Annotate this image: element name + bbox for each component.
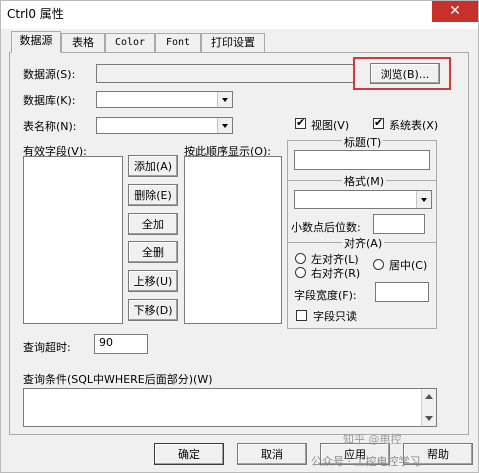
watermark-zhihu: 知乎 @电控 bbox=[343, 433, 402, 446]
ok-button[interactable]: 确定 bbox=[154, 443, 224, 465]
add-button[interactable]: 添加(A) bbox=[128, 155, 178, 177]
tab-table-label: 表格 bbox=[72, 36, 94, 49]
decimal-places-input[interactable] bbox=[373, 214, 425, 234]
align-right-radio[interactable] bbox=[295, 267, 306, 278]
add-all-button-label: 全加 bbox=[142, 218, 164, 231]
field-width-input[interactable] bbox=[375, 282, 429, 302]
query-timeout-label: 查询超时: bbox=[23, 341, 71, 354]
format-combo[interactable] bbox=[294, 190, 432, 209]
move-down-button[interactable]: 下移(D) bbox=[128, 299, 178, 321]
add-button-label: 添加(A) bbox=[133, 160, 173, 173]
chevron-down-icon[interactable] bbox=[217, 118, 232, 133]
query-condition-textarea[interactable] bbox=[23, 388, 437, 427]
delete-all-button[interactable]: 全删 bbox=[128, 241, 178, 263]
datasource-field[interactable] bbox=[96, 64, 354, 83]
view-checkbox-label: 视图(V) bbox=[311, 119, 350, 132]
tab-print-settings[interactable]: 打印设置 bbox=[201, 33, 265, 52]
tab-table[interactable]: 表格 bbox=[61, 33, 105, 52]
delete-button[interactable]: 删除(E) bbox=[128, 184, 178, 206]
table-name-label: 表名称(N): bbox=[23, 120, 77, 133]
tab-datasource-label: 数据源 bbox=[19, 34, 53, 47]
system-table-checkbox-label: 系统表(X) bbox=[389, 119, 439, 132]
scroll-down-icon[interactable] bbox=[425, 416, 433, 421]
align-right-label: 右对齐(R) bbox=[311, 267, 361, 280]
browse-button-label: 浏览(B)... bbox=[380, 67, 430, 81]
title-bar: Ctrl0 属性 ✕ bbox=[1, 1, 478, 29]
delete-all-button-label: 全删 bbox=[142, 246, 164, 259]
decimal-places-label: 小数点后位数: bbox=[291, 221, 361, 234]
delete-button-label: 删除(E) bbox=[134, 189, 172, 202]
move-up-button-label: 上移(U) bbox=[133, 275, 173, 288]
view-checkbox[interactable] bbox=[295, 116, 306, 130]
align-left-radio[interactable] bbox=[295, 253, 306, 264]
move-down-button-label: 下移(D) bbox=[133, 304, 173, 317]
tab-datasource[interactable]: 数据源 bbox=[11, 31, 61, 53]
tab-color-label: Color bbox=[114, 37, 146, 48]
format-label: 格式(M) bbox=[342, 173, 387, 189]
browse-button[interactable]: 浏览(B)... bbox=[370, 63, 440, 84]
datasource-label: 数据源(S): bbox=[23, 68, 76, 81]
scroll-up-icon[interactable] bbox=[425, 394, 433, 399]
cancel-button[interactable]: 取消 bbox=[237, 443, 307, 465]
cancel-button-label: 取消 bbox=[261, 448, 283, 461]
tab-font[interactable]: Font bbox=[155, 33, 201, 52]
watermark-account: 公众号 · 工控电控学习 bbox=[311, 455, 421, 468]
move-up-button[interactable]: 上移(U) bbox=[128, 270, 178, 292]
align-center-label: 居中(C) bbox=[389, 259, 428, 272]
display-order-list[interactable] bbox=[184, 156, 282, 324]
chevron-down-icon[interactable] bbox=[217, 92, 232, 107]
chevron-down-icon[interactable] bbox=[416, 191, 431, 208]
close-button[interactable]: ✕ bbox=[432, 1, 478, 22]
tab-print-settings-label: 打印设置 bbox=[211, 36, 255, 49]
table-name-combo[interactable] bbox=[96, 117, 233, 134]
add-all-button[interactable]: 全加 bbox=[128, 213, 178, 235]
ok-button-label: 确定 bbox=[178, 448, 200, 461]
database-combo[interactable] bbox=[96, 91, 233, 108]
title-input[interactable] bbox=[294, 150, 430, 170]
readonly-checkbox[interactable] bbox=[296, 310, 307, 321]
query-timeout-value: 90 bbox=[99, 336, 113, 349]
close-icon: ✕ bbox=[449, 3, 461, 19]
field-width-label: 字段宽度(F): bbox=[294, 289, 357, 302]
properties-dialog: Ctrl0 属性 ✕ 数据源 表格 Color Font 打印设置 数据源(S)… bbox=[0, 0, 479, 473]
align-label: 对齐(A) bbox=[342, 235, 385, 251]
title-label: 标题(T) bbox=[342, 134, 384, 150]
readonly-checkbox-label: 字段只读 bbox=[313, 310, 357, 323]
tab-font-label: Font bbox=[165, 37, 191, 48]
window-title: Ctrl0 属性 bbox=[7, 7, 64, 21]
query-condition-label: 查询条件(SQL中WHERE后面部分)(W) bbox=[23, 373, 213, 386]
query-timeout-input[interactable]: 90 bbox=[94, 334, 148, 354]
valid-fields-list[interactable] bbox=[23, 156, 123, 324]
tab-color[interactable]: Color bbox=[105, 33, 155, 52]
help-button-label: 帮助 bbox=[427, 448, 449, 461]
system-table-checkbox[interactable] bbox=[373, 116, 384, 130]
scrollbar[interactable] bbox=[421, 389, 436, 426]
align-center-radio[interactable] bbox=[373, 259, 384, 270]
database-label: 数据库(K): bbox=[23, 94, 76, 107]
